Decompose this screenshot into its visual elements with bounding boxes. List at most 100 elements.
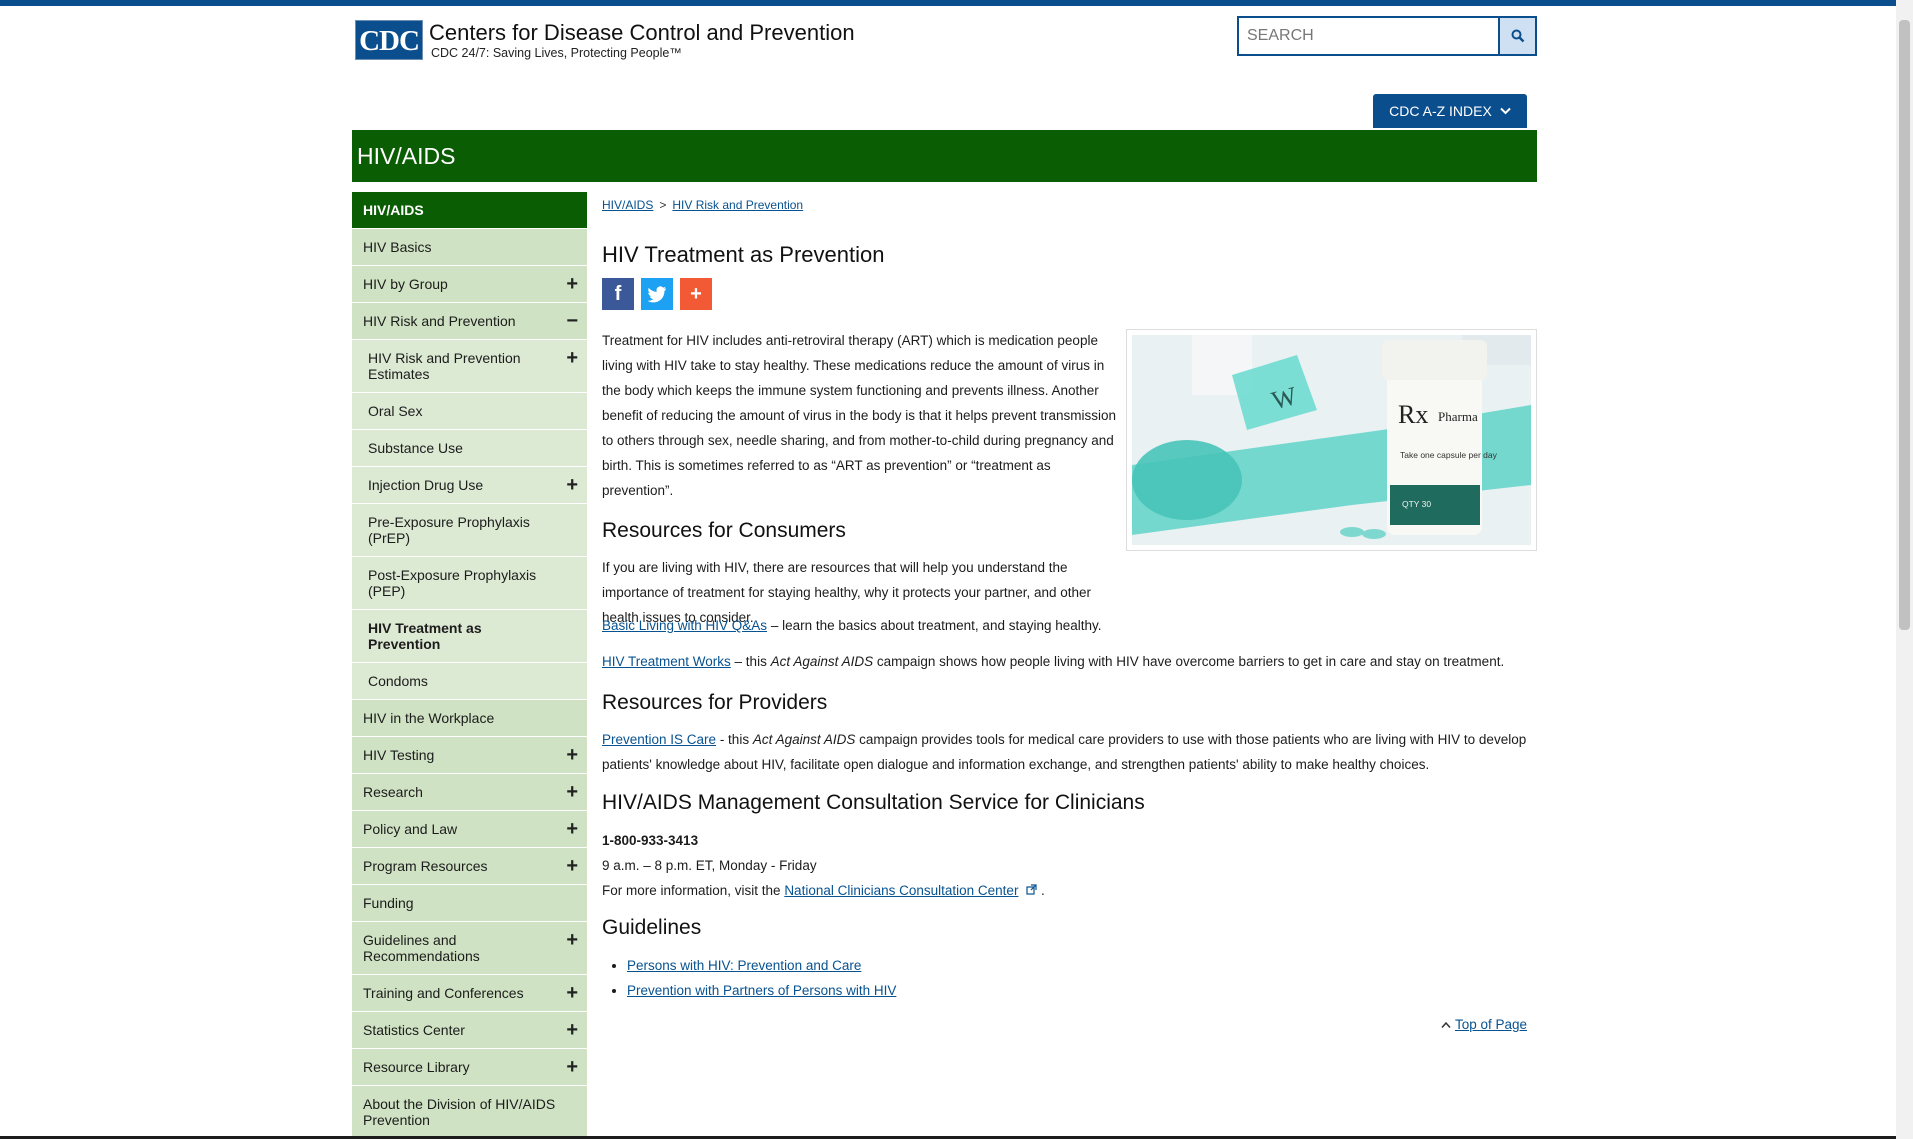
guideline-link[interactable]: Prevention with Partners of Persons with…: [627, 983, 896, 998]
expand-icon[interactable]: +: [566, 856, 578, 876]
facebook-icon[interactable]: f: [602, 278, 634, 310]
sidebar-item-label: Oral Sex: [368, 403, 423, 419]
top-of-page-link[interactable]: Top of Page: [1455, 1017, 1527, 1032]
sidebar-item-pep[interactable]: Post-Exposure Prophylaxis (PEP): [352, 557, 587, 610]
sidebar-item-label: HIV Testing: [363, 747, 435, 763]
sidebar-item-label: Post-Exposure Prophylaxis (PEP): [368, 567, 537, 599]
expand-icon[interactable]: +: [566, 819, 578, 839]
sidebar-item-label: Pre-Exposure Prophylaxis (PrEP): [368, 514, 530, 546]
sidebar-item-label: Training and Conferences: [363, 985, 524, 1001]
treatment-works-link[interactable]: HIV Treatment Works: [602, 654, 731, 669]
sidebar-item-resource-library[interactable]: Resource Library +: [352, 1049, 587, 1086]
sidebar-item-label: HIV Risk and Prevention: [363, 313, 516, 329]
guidelines-heading: Guidelines: [602, 916, 702, 939]
basic-living-link[interactable]: Basic Living with HIV Q&As: [602, 618, 767, 633]
sidebar-item-label: HIV in the Workplace: [363, 710, 495, 726]
medication-image: W Rx Pharma Take one capsule per day QTY…: [1126, 329, 1537, 551]
external-link-icon: [1026, 884, 1037, 895]
resource-basic-living: Basic Living with HIV Q&As – learn the b…: [602, 613, 1537, 638]
sidebar-item-condoms[interactable]: Condoms: [352, 663, 587, 700]
more-info-suffix: .: [1037, 883, 1045, 898]
sidebar-item-label: HIV Treatment as Prevention: [368, 620, 482, 652]
site-tagline: CDC 24/7: Saving Lives, Protecting Peopl…: [431, 46, 682, 60]
sidebar-item-about-division[interactable]: About the Division of HIV/AIDS Preventio…: [352, 1086, 587, 1139]
consultation-heading: HIV/AIDS Management Consultation Service…: [602, 791, 1145, 814]
sidebar-item-program-resources[interactable]: Program Resources +: [352, 848, 587, 885]
add-share-icon[interactable]: +: [680, 278, 712, 310]
campaign-name: Act Against AIDS: [752, 732, 856, 747]
expand-icon[interactable]: +: [566, 1057, 578, 1077]
search-button[interactable]: [1498, 16, 1537, 56]
providers-heading: Resources for Providers: [602, 691, 828, 714]
sidebar-item-label: Policy and Law: [363, 821, 458, 837]
sidebar-item-research[interactable]: Research +: [352, 774, 587, 811]
breadcrumb: HIV/AIDS > HIV Risk and Prevention: [602, 198, 803, 212]
sidebar-item-oral-sex[interactable]: Oral Sex: [352, 393, 587, 430]
sidebar-item-label: Funding: [363, 895, 414, 911]
sidebar-item-training[interactable]: Training and Conferences +: [352, 975, 587, 1012]
hours: 9 a.m. – 8 p.m. ET, Monday - Friday: [602, 858, 817, 873]
sidebar-heading[interactable]: HIV/AIDS: [352, 192, 587, 229]
expand-icon[interactable]: +: [566, 745, 578, 765]
sidebar-item-injection-drug-use[interactable]: Injection Drug Use +: [352, 467, 587, 504]
sidebar-item-hiv-testing[interactable]: HIV Testing +: [352, 737, 587, 774]
sidebar-item-label: Guidelines and Recommendations: [363, 932, 480, 964]
sidebar-item-statistics[interactable]: Statistics Center +: [352, 1012, 587, 1049]
nccc-link[interactable]: National Clinicians Consultation Center: [784, 883, 1018, 898]
sidebar-item-label: Program Resources: [363, 858, 488, 874]
sidebar-item-policy-law[interactable]: Policy and Law +: [352, 811, 587, 848]
site-name[interactable]: Centers for Disease Control and Preventi…: [429, 20, 855, 46]
prevention-is-care-link[interactable]: Prevention IS Care: [602, 732, 716, 747]
list-item: Prevention with Partners of Persons with…: [627, 978, 896, 1003]
sidebar-item-guidelines[interactable]: Guidelines and Recommendations +: [352, 922, 587, 975]
more-info-prefix: For more information, visit the: [602, 883, 785, 898]
link-prefix: – this: [730, 654, 771, 669]
sidebar-item-prep[interactable]: Pre-Exposure Prophylaxis (PrEP): [352, 504, 587, 557]
expand-icon[interactable]: +: [566, 1020, 578, 1040]
expand-icon[interactable]: +: [566, 782, 578, 802]
scrollbar-thumb[interactable]: [1899, 20, 1910, 630]
phone-number: 1-800-933-3413: [602, 833, 699, 848]
top-accent-bar: [0, 0, 1913, 6]
svg-text:Take one capsule per day: Take one capsule per day: [1400, 450, 1498, 460]
expand-icon[interactable]: +: [566, 983, 578, 1003]
search-icon: [1511, 29, 1524, 43]
guideline-link[interactable]: Persons with HIV: Prevention and Care: [627, 958, 861, 973]
sidebar-item-label: HIV by Group: [363, 276, 448, 292]
breadcrumb-home-link[interactable]: HIV/AIDS: [602, 198, 653, 212]
sidebar-item-label: Research: [363, 784, 423, 800]
expand-icon[interactable]: +: [566, 475, 578, 495]
sidebar-item-hiv-risk-prevention[interactable]: HIV Risk and Prevention −: [352, 303, 587, 340]
sidebar-item-hiv-by-group[interactable]: HIV by Group +: [352, 266, 587, 303]
expand-icon[interactable]: +: [566, 930, 578, 950]
resource-treatment-works: HIV Treatment Works – this Act Against A…: [602, 649, 1537, 674]
az-index-label: CDC A-Z INDEX: [1389, 103, 1492, 119]
breadcrumb-current-link[interactable]: HIV Risk and Prevention: [672, 198, 803, 212]
sidebar-item-workplace[interactable]: HIV in the Workplace: [352, 700, 587, 737]
sidebar-item-label: HIV Risk and Prevention Estimates: [368, 350, 521, 382]
page-title: HIV Treatment as Prevention: [602, 242, 885, 267]
svg-text:QTY 30: QTY 30: [1402, 499, 1431, 509]
link-description: campaign shows how people living with HI…: [873, 654, 1505, 669]
cdc-logo[interactable]: CDC: [355, 20, 423, 60]
intro-paragraph: Treatment for HIV includes anti-retrovir…: [602, 333, 1117, 498]
search-input[interactable]: [1237, 16, 1499, 56]
az-index-button[interactable]: CDC A-Z INDEX: [1373, 94, 1527, 128]
top-of-page: Top of Page: [1441, 1017, 1527, 1032]
sidebar-item-funding[interactable]: Funding: [352, 885, 587, 922]
expand-icon[interactable]: +: [566, 348, 578, 368]
twitter-icon[interactable]: [641, 278, 673, 310]
guidelines-list: Persons with HIV: Prevention and Care Pr…: [627, 953, 896, 1003]
expand-icon[interactable]: +: [566, 274, 578, 294]
resource-prevention-is-care: Prevention IS Care - this Act Against AI…: [602, 727, 1537, 777]
sidebar-item-substance-use[interactable]: Substance Use: [352, 430, 587, 467]
sidebar-item-hiv-basics[interactable]: HIV Basics: [352, 229, 587, 266]
consumers-heading: Resources for Consumers: [602, 519, 846, 542]
breadcrumb-separator: >: [659, 198, 667, 212]
sidebar-item-label: Substance Use: [368, 440, 463, 456]
link-description: – learn the basics about treatment, and …: [767, 618, 1102, 633]
sidebar-item-risk-estimates[interactable]: HIV Risk and Prevention Estimates +: [352, 340, 587, 393]
collapse-icon[interactable]: −: [566, 311, 578, 331]
sidebar-item-treatment-as-prevention[interactable]: HIV Treatment as Prevention: [352, 610, 587, 663]
campaign-name: Act Against AIDS: [770, 654, 874, 669]
